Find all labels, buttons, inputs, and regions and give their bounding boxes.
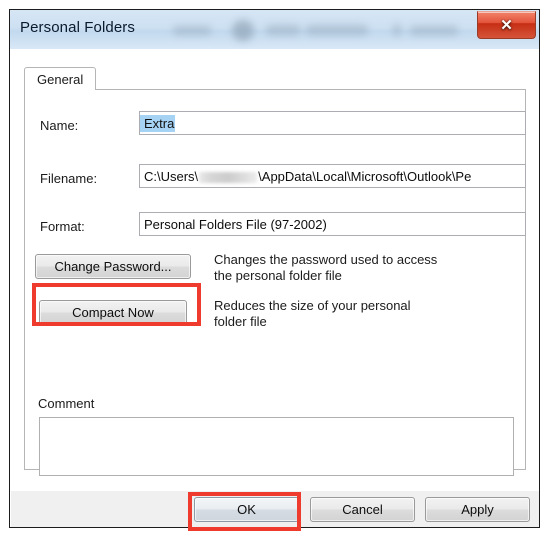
filename-input-value: C:\Users\ \AppData\Local\Microsoft\Outloo… [140,169,471,184]
close-button[interactable]: ✕ [477,11,536,39]
change-password-button[interactable]: Change Password... [35,254,191,279]
comment-textarea[interactable] [39,417,514,476]
name-label: Name: [40,118,79,133]
format-input[interactable]: Personal Folders File (97-2002) [139,212,526,236]
filename-suffix: \AppData\Local\Microsoft\Outlook\Pe [258,168,472,184]
format-label: Format: [40,219,85,234]
filename-input[interactable]: C:\Users\ \AppData\Local\Microsoft\Outloo… [139,164,526,188]
close-icon: ✕ [500,17,513,34]
name-input[interactable]: Extra [139,111,526,135]
window-title: Personal Folders [20,19,135,36]
title-bar: Personal Folders ✕ [10,10,539,49]
compact-now-description: Reduces the size of your personal folder… [214,298,514,330]
name-input-value: Extra [140,114,176,132]
cancel-button[interactable]: Cancel [310,497,415,522]
ok-button[interactable]: OK [194,497,299,522]
change-password-description: Changes the password used to access the … [214,252,514,284]
compact-now-button[interactable]: Compact Now [39,300,187,325]
format-input-value: Personal Folders File (97-2002) [144,216,327,232]
change-password-description-line1: Changes the password used to access [214,252,438,267]
apply-button[interactable]: Apply [425,497,530,522]
dialog-footer: OK Cancel Apply [11,490,539,527]
comment-label: Comment [38,396,95,411]
change-password-description-line2: the personal folder file [214,268,342,283]
filename-label: Filename: [40,171,98,186]
dialog-client-area: General Name: Extra Filename: C:\Users\ \… [10,49,539,527]
screen: Personal Folders ✕ General Name: Extra F… [0,0,553,541]
tab-general[interactable]: General [24,67,97,90]
redacted-username [199,171,258,183]
personal-folders-dialog: Personal Folders ✕ General Name: Extra F… [9,9,540,528]
compact-now-description-line2: folder file [214,314,267,329]
compact-now-description-line1: Reduces the size of your personal [214,298,411,313]
filename-prefix: C:\Users\ [144,168,199,184]
tab-strip: General [24,67,526,90]
